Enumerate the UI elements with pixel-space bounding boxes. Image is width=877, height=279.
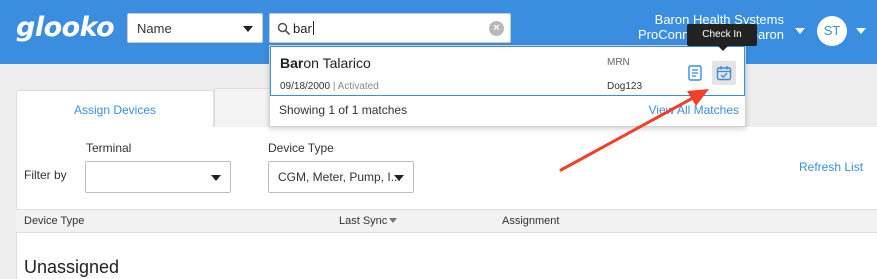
filter-by-label: Filter by (24, 168, 67, 182)
column-last-sync-label: Last Sync (339, 215, 388, 227)
table-header (16, 209, 877, 233)
check-in-tooltip: Check In (687, 24, 757, 51)
clear-icon[interactable]: × (489, 21, 504, 36)
search-icon (277, 22, 291, 36)
search-result-row[interactable]: Baron Talarico 09/18/2000 | Activated MR… (270, 46, 745, 96)
patient-profile-button[interactable] (683, 61, 707, 85)
patient-name-rest: on Talarico (303, 55, 371, 71)
section-title-unassigned: Unassigned (24, 257, 120, 277)
patient-name: Baron Talarico (280, 55, 371, 71)
search-type-select[interactable]: Name (127, 13, 263, 43)
device-type-label: Device Type (268, 141, 334, 155)
tab-assign-devices[interactable]: Assign Devices (16, 90, 214, 128)
device-type-dropdown[interactable]: CGM, Meter, Pump, I... (268, 161, 414, 193)
results-summary: Showing 1 of 1 matches (279, 103, 408, 117)
column-last-sync[interactable]: Last Sync (339, 215, 398, 227)
patient-meta: 09/18/2000 | Activated (280, 81, 379, 92)
patient-dob: 09/18/2000 (280, 81, 331, 92)
view-all-matches-link[interactable]: View All Matches (649, 103, 740, 117)
terminal-dropdown[interactable] (85, 161, 231, 193)
mrn-value: Dog123 (607, 81, 643, 92)
mrn-label: MRN (607, 57, 630, 68)
patient-name-match: Bar (280, 55, 304, 71)
assign-devices-panel (16, 127, 877, 279)
refresh-list-link[interactable]: Refresh List (799, 160, 863, 174)
org-chevron-down-icon[interactable] (795, 28, 805, 34)
glooko-logo[interactable]: glooko (16, 12, 115, 43)
check-in-button[interactable] (712, 61, 736, 85)
patient-profile-icon (688, 65, 702, 81)
patient-status: Activated (337, 81, 379, 92)
text-cursor (312, 21, 314, 35)
meta-separator: | (330, 81, 338, 92)
avatar-chevron-down-icon[interactable] (856, 28, 866, 34)
chevron-down-icon (211, 175, 221, 181)
patient-search-input[interactable]: bar × (269, 13, 511, 43)
search-results-dropdown: Baron Talarico 09/18/2000 | Activated MR… (269, 45, 746, 127)
search-value: bar (293, 21, 312, 36)
sort-desc-icon (389, 218, 398, 223)
device-type-value: CGM, Meter, Pump, I... (278, 170, 401, 184)
column-assignment[interactable]: Assignment (502, 215, 559, 227)
avatar[interactable]: ST (817, 16, 847, 46)
chevron-down-icon (243, 26, 253, 32)
chevron-down-icon (394, 175, 404, 181)
terminal-label: Terminal (86, 141, 132, 155)
calendar-check-icon (716, 66, 732, 81)
column-device-type[interactable]: Device Type (24, 215, 84, 227)
search-type-value: Name (137, 20, 172, 36)
